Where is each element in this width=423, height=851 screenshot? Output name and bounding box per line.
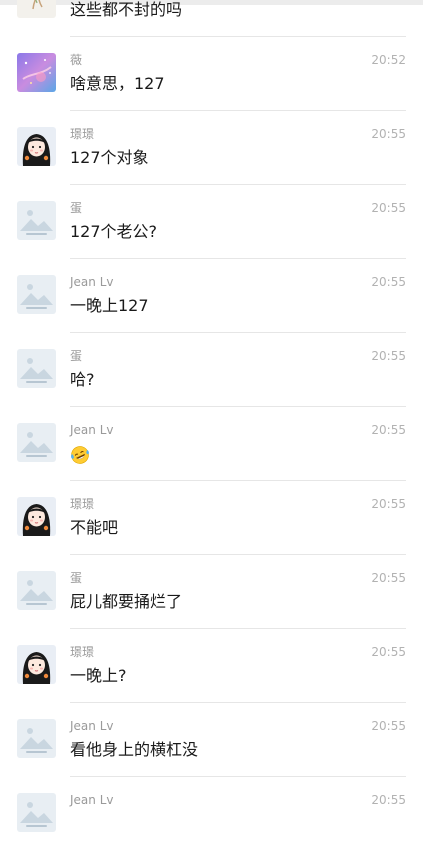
message-time: 20:55 bbox=[371, 127, 406, 141]
placeholder-avatar[interactable] bbox=[17, 201, 56, 240]
chat-message[interactable]: 蛋 20:55 哈? bbox=[0, 333, 423, 407]
placeholder-avatar[interactable] bbox=[17, 349, 56, 388]
message-text[interactable]: 这些都不封的吗 bbox=[70, 0, 182, 21]
girl-avatar[interactable] bbox=[17, 645, 56, 684]
chat-message[interactable]: 璟璟 20:55 一晚上? bbox=[0, 629, 423, 703]
message-time: 20:55 bbox=[371, 349, 406, 363]
placeholder-avatar[interactable] bbox=[17, 275, 56, 314]
girl-avatar[interactable] bbox=[17, 497, 56, 536]
chat-message[interactable]: 璟璟 20:55 不能吧 bbox=[0, 481, 423, 555]
sender-name: 璟璟 bbox=[70, 497, 95, 511]
sender-name: 蛋 bbox=[70, 201, 83, 215]
message-time: 20:55 bbox=[371, 275, 406, 289]
sender-name: Jean Lv bbox=[70, 793, 114, 807]
sender-name: Jean Lv bbox=[70, 423, 114, 437]
placeholder-avatar[interactable] bbox=[17, 793, 56, 832]
chat-message[interactable]: 蛋 20:55 127个老公? bbox=[0, 185, 423, 259]
chat-message[interactable]: Jean Lv 20:55 一晚上127 bbox=[0, 259, 423, 333]
chat-message[interactable]: Jean Lv 20:55 看他身上的横杠没 bbox=[0, 703, 423, 777]
message-time: 20:55 bbox=[371, 571, 406, 585]
message-text[interactable]: 哈? bbox=[70, 369, 95, 391]
sender-name: 璟璟 bbox=[70, 645, 95, 659]
sender-name: 蛋 bbox=[70, 349, 83, 363]
message-time: 20:55 bbox=[371, 645, 406, 659]
galaxy-avatar[interactable] bbox=[17, 53, 56, 92]
sender-name: Jean Lv bbox=[70, 275, 114, 289]
placeholder-avatar[interactable] bbox=[17, 719, 56, 758]
girl-avatar[interactable] bbox=[17, 127, 56, 166]
chat-message[interactable]: Jean Lv 20:55 bbox=[0, 407, 423, 481]
chat-message[interactable]: 蛋 20:55 屁儿都要捅烂了 bbox=[0, 555, 423, 629]
message-text[interactable]: 127个对象 bbox=[70, 147, 149, 169]
placeholder-avatar[interactable] bbox=[17, 423, 56, 462]
message-time: 20:55 bbox=[371, 201, 406, 215]
message-time: 20:55 bbox=[371, 423, 406, 437]
placeholder-avatar[interactable] bbox=[17, 571, 56, 610]
message-text[interactable]: 一晚上? bbox=[70, 665, 127, 687]
message-time: 20:55 bbox=[371, 793, 406, 807]
crying-laughing-emoji-icon[interactable] bbox=[70, 445, 90, 465]
message-text[interactable]: 屁儿都要捅烂了 bbox=[70, 591, 182, 613]
weed-avatar[interactable] bbox=[17, 0, 56, 18]
sender-name: 薇 bbox=[70, 53, 83, 67]
message-text[interactable]: 127个老公? bbox=[70, 221, 157, 243]
message-text[interactable]: 一晚上127 bbox=[70, 295, 149, 317]
message-text[interactable]: 看他身上的横杠没 bbox=[70, 739, 198, 761]
chat-message[interactable]: Jean Lv 20:55 bbox=[0, 777, 423, 851]
sender-name: 蛋 bbox=[70, 571, 83, 585]
message-text[interactable]: 不能吧 bbox=[70, 517, 118, 539]
chat-message[interactable]: 璟璟 20:55 127个对象 bbox=[0, 111, 423, 185]
message-text[interactable]: 啥意思，127 bbox=[70, 73, 165, 95]
message-time: 20:52 bbox=[371, 53, 406, 67]
chat-message[interactable]: 薇 20:52 啥意思，127 bbox=[0, 37, 423, 111]
chat-message-list: 这些都不封的吗 薇 20:52 啥意思，127 璟璟 20:55 127个对象 … bbox=[0, 0, 423, 851]
message-time: 20:55 bbox=[371, 497, 406, 511]
sender-name: Jean Lv bbox=[70, 719, 114, 733]
message-time: 20:55 bbox=[371, 719, 406, 733]
chat-message[interactable]: 这些都不封的吗 bbox=[0, 0, 423, 37]
sender-name: 璟璟 bbox=[70, 127, 95, 141]
